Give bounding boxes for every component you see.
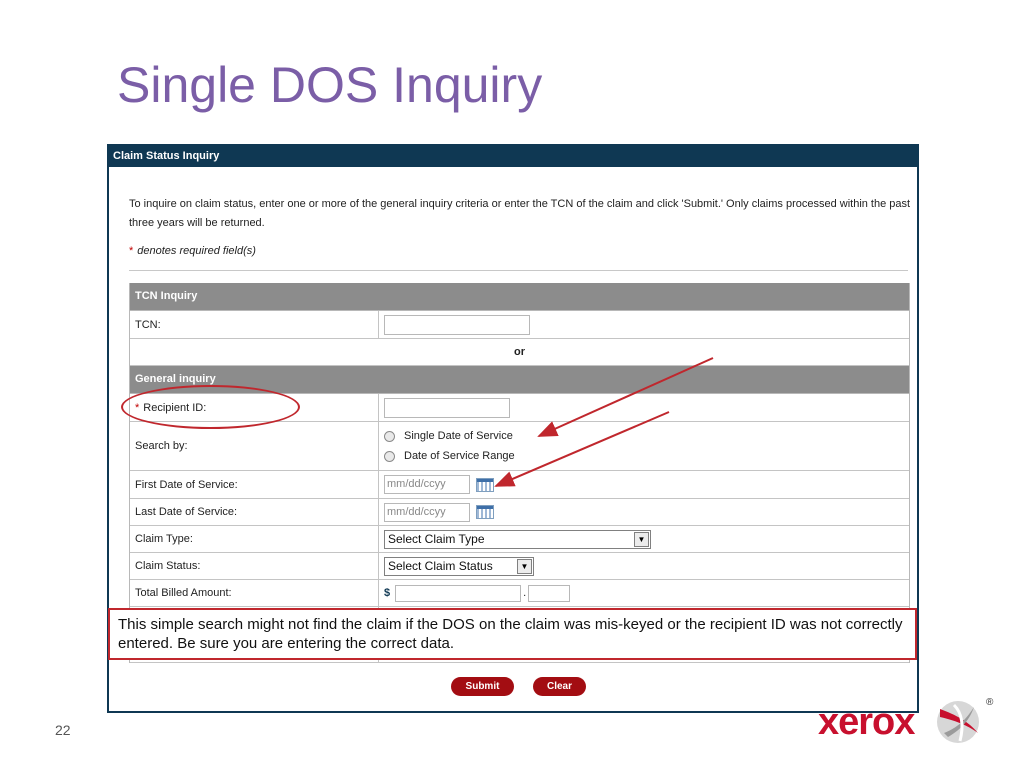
decimal-point: . bbox=[523, 587, 527, 599]
claim-type-value: Select Claim Type bbox=[388, 532, 485, 546]
last-dos-input[interactable]: mm/dd/ccyy bbox=[384, 502, 470, 522]
or-row: or bbox=[130, 339, 909, 366]
intro-text: To inquire on claim status, enter one or… bbox=[129, 198, 911, 229]
claim-type-row: Claim Type: Select Claim Type ▼ bbox=[130, 526, 909, 553]
radio-single-dos[interactable]: Single Date of Service bbox=[384, 426, 513, 446]
first-dos-input[interactable]: mm/dd/ccyy bbox=[384, 475, 470, 494]
calendar-icon[interactable] bbox=[476, 505, 494, 519]
slide-title: Single DOS Inquiry bbox=[117, 57, 543, 113]
or-label: or bbox=[514, 346, 525, 358]
registered-mark: ® bbox=[986, 697, 994, 708]
clear-button[interactable]: Clear bbox=[533, 677, 586, 696]
claim-status-label: Claim Status: bbox=[130, 553, 379, 579]
last-dos-row: Last Date of Service: mm/dd/ccyy bbox=[130, 499, 909, 526]
divider bbox=[129, 270, 908, 271]
search-by-row: Search by: Single Date of Service Date o… bbox=[130, 422, 909, 471]
chevron-down-icon[interactable]: ▼ bbox=[517, 558, 532, 574]
billed-amount-label: Total Billed Amount: bbox=[130, 580, 379, 606]
radio-dos-range[interactable]: Date of Service Range bbox=[384, 446, 515, 466]
billed-dollars-input[interactable] bbox=[395, 584, 522, 602]
required-note-text: denotes required field(s) bbox=[137, 245, 256, 257]
radio-button[interactable] bbox=[384, 430, 395, 442]
first-dos-label: First Date of Service: bbox=[130, 471, 379, 498]
tcn-input[interactable] bbox=[384, 314, 530, 335]
radio-button[interactable] bbox=[384, 450, 395, 462]
required-note: * denotes required field(s) bbox=[129, 245, 256, 257]
tcn-label: TCN: bbox=[130, 311, 379, 338]
claim-status-select[interactable]: Select Claim Status ▼ bbox=[384, 556, 534, 576]
claim-type-label: Claim Type: bbox=[130, 526, 379, 552]
last-dos-label: Last Date of Service: bbox=[130, 499, 379, 525]
tcn-row: TCN: bbox=[130, 311, 909, 339]
billed-amount-row: Total Billed Amount: $ . bbox=[130, 580, 909, 607]
page-number: 22 bbox=[55, 722, 71, 738]
radio-dos-range-label: Date of Service Range bbox=[404, 450, 515, 462]
submit-button[interactable]: Submit bbox=[451, 677, 514, 696]
form-header: Claim Status Inquiry bbox=[109, 146, 917, 167]
xerox-logo: xerox ® bbox=[818, 695, 998, 745]
search-by-label: Search by: bbox=[130, 422, 379, 470]
claim-status-value: Select Claim Status bbox=[388, 559, 493, 573]
xerox-sphere-icon bbox=[937, 701, 979, 743]
recipient-id-highlight-oval bbox=[121, 385, 300, 429]
tcn-section-header: TCN Inquiry bbox=[130, 283, 909, 311]
billed-cents-input[interactable] bbox=[528, 584, 571, 602]
claim-type-select[interactable]: Select Claim Type ▼ bbox=[384, 529, 651, 549]
xerox-wordmark: xerox bbox=[818, 701, 915, 743]
chevron-down-icon[interactable]: ▼ bbox=[634, 531, 649, 547]
callout-note: This simple search might not find the cl… bbox=[108, 608, 917, 660]
radio-single-dos-label: Single Date of Service bbox=[404, 430, 513, 442]
required-star: * bbox=[129, 245, 134, 257]
recipient-id-input[interactable] bbox=[384, 397, 510, 418]
first-dos-row: First Date of Service: mm/dd/ccyy bbox=[130, 471, 909, 499]
claim-status-row: Claim Status: Select Claim Status ▼ bbox=[130, 553, 909, 580]
calendar-icon[interactable] bbox=[476, 477, 494, 492]
inquiry-form: TCN Inquiry TCN: or General inquiry * Rec… bbox=[129, 283, 910, 663]
currency-symbol: $ bbox=[384, 587, 391, 599]
